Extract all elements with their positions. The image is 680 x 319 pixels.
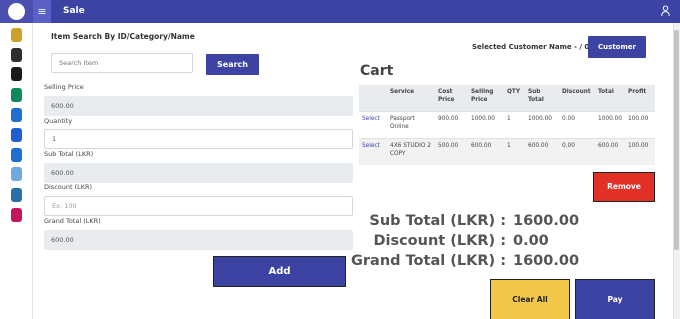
discount-summary-row: Discount (LKR) : bbox=[360, 233, 506, 253]
hamburger-icon[interactable]: ≡ bbox=[33, 0, 51, 23]
add-button[interactable]: Add bbox=[213, 256, 346, 287]
scrollbar-thumb[interactable] bbox=[674, 30, 679, 250]
cart-header-row: Service Cost Price Selling Price QTY Sub… bbox=[359, 85, 655, 111]
table-cell: Passport Online bbox=[387, 110, 435, 138]
selling-price-field: 600.00 bbox=[44, 96, 353, 116]
remove-button[interactable]: Remove bbox=[593, 172, 655, 202]
quantity-field[interactable]: 1 bbox=[44, 129, 353, 149]
subtotal-summary-value: 1600.00 bbox=[513, 213, 580, 229]
people-icon[interactable] bbox=[11, 48, 22, 62]
top-bar: ≡ Sale bbox=[33, 0, 680, 23]
col-header: QTY bbox=[504, 85, 525, 111]
camera-icon[interactable] bbox=[11, 88, 22, 102]
table-cell: 100.00 bbox=[625, 137, 655, 165]
grand-summary-row: Grand Total (LKR) : bbox=[351, 253, 506, 273]
clear-all-button[interactable]: Clear All bbox=[490, 279, 570, 319]
col-header: Sub Total bbox=[525, 85, 559, 111]
document-icon[interactable] bbox=[11, 128, 22, 142]
col-header: Selling Price bbox=[468, 85, 504, 111]
grand-summary-value: 1600.00 bbox=[513, 253, 580, 269]
col-header: Profit bbox=[625, 85, 655, 111]
table-row: Select 4X6 STUDIO 2 COPY 500.00 600.00 1… bbox=[359, 137, 655, 165]
clock-icon[interactable] bbox=[11, 167, 22, 181]
search-heading: Item Search By ID/Category/Name bbox=[51, 32, 195, 41]
discount-label: Discount (LKR) bbox=[44, 183, 93, 191]
subtotal-summary-row: Sub Total (LKR) : bbox=[360, 213, 506, 233]
selling-price-label: Selling Price bbox=[44, 83, 84, 91]
customer-button[interactable]: Customer bbox=[588, 36, 646, 58]
table-cell: 1000.00 bbox=[468, 110, 504, 138]
table-cell: 600.00 bbox=[468, 137, 504, 165]
users-icon[interactable] bbox=[11, 188, 22, 202]
grand-total-field: 600.00 bbox=[44, 230, 353, 250]
passport-icon[interactable] bbox=[11, 28, 22, 42]
subtotal-label: Sub Total (LKR) bbox=[44, 150, 94, 158]
subtotal-field: 600.00 bbox=[44, 163, 353, 183]
cart-table: Service Cost Price Selling Price QTY Sub… bbox=[359, 85, 655, 165]
user-icon[interactable] bbox=[661, 5, 670, 17]
print-icon[interactable] bbox=[11, 67, 22, 81]
discount-summary-label: Discount (LKR) : bbox=[373, 233, 506, 249]
user-icon[interactable] bbox=[11, 108, 22, 122]
logo-circle-icon bbox=[8, 3, 25, 20]
col-header: Service bbox=[387, 85, 435, 111]
table-cell: 1000.00 bbox=[525, 110, 559, 138]
settings-icon[interactable] bbox=[11, 208, 22, 222]
table-cell: 4X6 STUDIO 2 COPY bbox=[387, 137, 435, 165]
select-link[interactable]: Select bbox=[359, 110, 387, 138]
quantity-label: Quantity bbox=[44, 117, 73, 125]
grand-total-label: Grand Total (LKR) bbox=[44, 217, 101, 225]
col-header: Cost Price bbox=[435, 85, 468, 111]
table-row: Select Passport Online 900.00 1000.00 1 … bbox=[359, 110, 655, 138]
app-root: ≡ Sale Item Search By ID/Category/Name S… bbox=[0, 0, 680, 319]
table-cell: 600.00 bbox=[595, 137, 625, 165]
table-cell: 0.00 bbox=[559, 110, 595, 138]
table-cell: 1 bbox=[504, 137, 525, 165]
discount-summary-value: 0.00 bbox=[513, 233, 549, 249]
col-header: Discount bbox=[559, 85, 595, 111]
grand-summary-label: Grand Total (LKR) : bbox=[351, 253, 506, 269]
pay-button[interactable]: Pay bbox=[575, 279, 655, 319]
table-cell: 1 bbox=[504, 110, 525, 138]
table-cell: 0.00 bbox=[559, 137, 595, 165]
search-button[interactable]: Search bbox=[206, 54, 259, 75]
sidebar bbox=[0, 0, 33, 319]
table-cell: 600.00 bbox=[525, 137, 559, 165]
table-cell: 1000.00 bbox=[595, 110, 625, 138]
table-cell: 500.00 bbox=[435, 137, 468, 165]
discount-field[interactable]: Ex: 100 bbox=[44, 196, 353, 216]
app-logo[interactable] bbox=[0, 0, 33, 23]
col-header: Total bbox=[595, 85, 625, 111]
col-header bbox=[359, 85, 387, 111]
info-icon[interactable] bbox=[11, 148, 22, 162]
cart-title: Cart bbox=[360, 63, 394, 79]
table-cell: 900.00 bbox=[435, 110, 468, 138]
search-input[interactable] bbox=[51, 53, 193, 73]
table-cell: 100.00 bbox=[625, 110, 655, 138]
subtotal-summary-label: Sub Total (LKR) : bbox=[369, 213, 506, 229]
select-link[interactable]: Select bbox=[359, 137, 387, 165]
page-title: Sale bbox=[63, 6, 85, 16]
selected-customer-label: Selected Customer Name - / 0 bbox=[472, 43, 590, 51]
